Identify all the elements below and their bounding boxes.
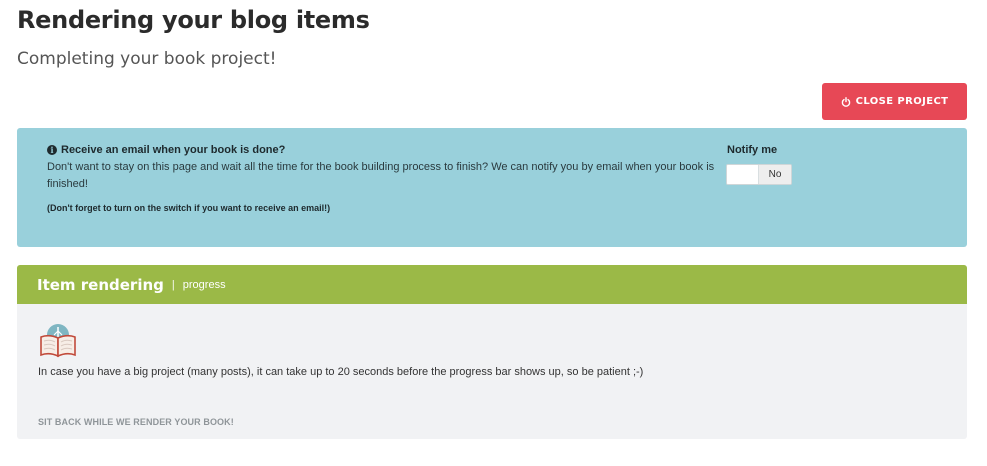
page-subtitle: Completing your book project! xyxy=(17,49,277,69)
notification-note: (Don't forget to turn on the switch if y… xyxy=(47,203,331,213)
panel-header: Item rendering | progress xyxy=(17,265,967,304)
close-project-label: CLOSE PROJECT xyxy=(855,96,949,107)
email-notification-box: i Receive an email when your book is don… xyxy=(17,128,967,247)
book-icon xyxy=(40,324,76,358)
panel-separator: | xyxy=(171,278,175,291)
rendering-message: In case you have a big project (many pos… xyxy=(38,366,644,378)
notification-info: i Receive an email when your book is don… xyxy=(47,144,717,213)
power-icon xyxy=(841,96,850,107)
rendering-footer: SIT BACK WHILE WE RENDER YOUR BOOK! xyxy=(38,417,234,427)
panel-subtitle: progress xyxy=(182,278,226,291)
toggle-state-label: No xyxy=(759,165,791,184)
notification-description: Don't want to stay on this page and wait… xyxy=(47,161,715,190)
page-title: Rendering your blog items xyxy=(17,6,370,34)
page: Rendering your blog items Completing you… xyxy=(0,0,987,466)
item-rendering-panel: Item rendering | progress In case you ha… xyxy=(17,265,967,439)
notification-heading-text: Receive an email when your book is done? xyxy=(61,144,286,156)
toggle-knob xyxy=(727,165,760,184)
notification-heading: i Receive an email when your book is don… xyxy=(47,144,717,156)
notify-me-label: Notify me xyxy=(727,144,778,156)
close-project-button[interactable]: CLOSE PROJECT xyxy=(822,83,967,120)
notify-toggle[interactable]: No xyxy=(726,164,792,185)
panel-title: Item rendering xyxy=(37,275,164,294)
info-icon: i xyxy=(47,145,57,155)
